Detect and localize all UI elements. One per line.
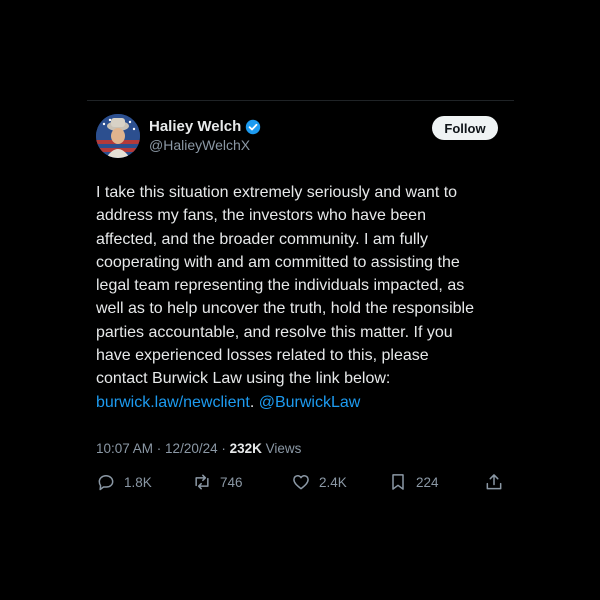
- meta-separator: ·: [217, 441, 230, 456]
- tweet-time[interactable]: 10:07 AM: [96, 441, 153, 456]
- like-button[interactable]: 2.4K: [291, 472, 347, 492]
- tweet-meta: 10:07 AM · 12/20/24 · 232K Views: [96, 441, 301, 456]
- author-handle[interactable]: @HalieyWelchX: [149, 137, 250, 153]
- share-icon: [486, 474, 502, 490]
- author-name-row: Haliey Welch: [149, 118, 261, 135]
- tweet-line: well as to help uncover the truth, hold …: [96, 300, 475, 318]
- views-count: 232K: [229, 441, 262, 456]
- tweet-date[interactable]: 12/20/24: [165, 441, 218, 456]
- avatar[interactable]: [96, 114, 140, 158]
- avatar-image: [96, 114, 140, 158]
- tweet-line: affected, and the broader community. I a…: [96, 230, 429, 248]
- author-display-name[interactable]: Haliey Welch: [149, 118, 241, 135]
- like-count: 2.4K: [319, 474, 347, 490]
- repost-count: 746: [220, 474, 243, 490]
- reply-icon: [98, 475, 114, 491]
- tweet-line: parties accountable, and resolve this ma…: [96, 323, 453, 341]
- bookmark-icon: [392, 474, 404, 490]
- tweet-line: I take this situation extremely seriousl…: [96, 184, 458, 201]
- tweet-link-line: burwick.law/newclient. @BurwickLaw: [96, 391, 514, 414]
- meta-separator: ·: [153, 441, 166, 456]
- reply-button[interactable]: 1.8K: [96, 472, 152, 492]
- bookmark-count: 224: [416, 474, 439, 490]
- tweet-line: address my fans, the investors who have …: [96, 207, 426, 225]
- follow-button[interactable]: Follow: [432, 116, 498, 140]
- like-icon: [293, 475, 309, 490]
- tweet-link-separator: .: [249, 393, 259, 411]
- tweet-link[interactable]: burwick.law/newclient: [96, 394, 250, 411]
- tweet-line: contact Burwick Law using the link below…: [96, 370, 391, 388]
- share-button[interactable]: [484, 472, 504, 492]
- reply-count: 1.8K: [124, 474, 152, 490]
- repost-icon: [195, 474, 209, 490]
- repost-button[interactable]: 746: [192, 472, 243, 492]
- tweet-line: legal team representing the individuals …: [96, 277, 465, 295]
- tweet-mention[interactable]: @BurwickLaw: [259, 394, 361, 411]
- verified-badge-icon: [245, 119, 261, 135]
- views-label: Views: [261, 441, 302, 456]
- tweet-line: cooperating with and am committed to ass…: [96, 253, 460, 271]
- bookmark-button[interactable]: 224: [388, 472, 439, 492]
- tweet-text: I take this situation extremely seriousl…: [96, 181, 514, 414]
- top-divider: [87, 100, 514, 101]
- tweet-line: have experienced losses related to this,…: [96, 347, 429, 365]
